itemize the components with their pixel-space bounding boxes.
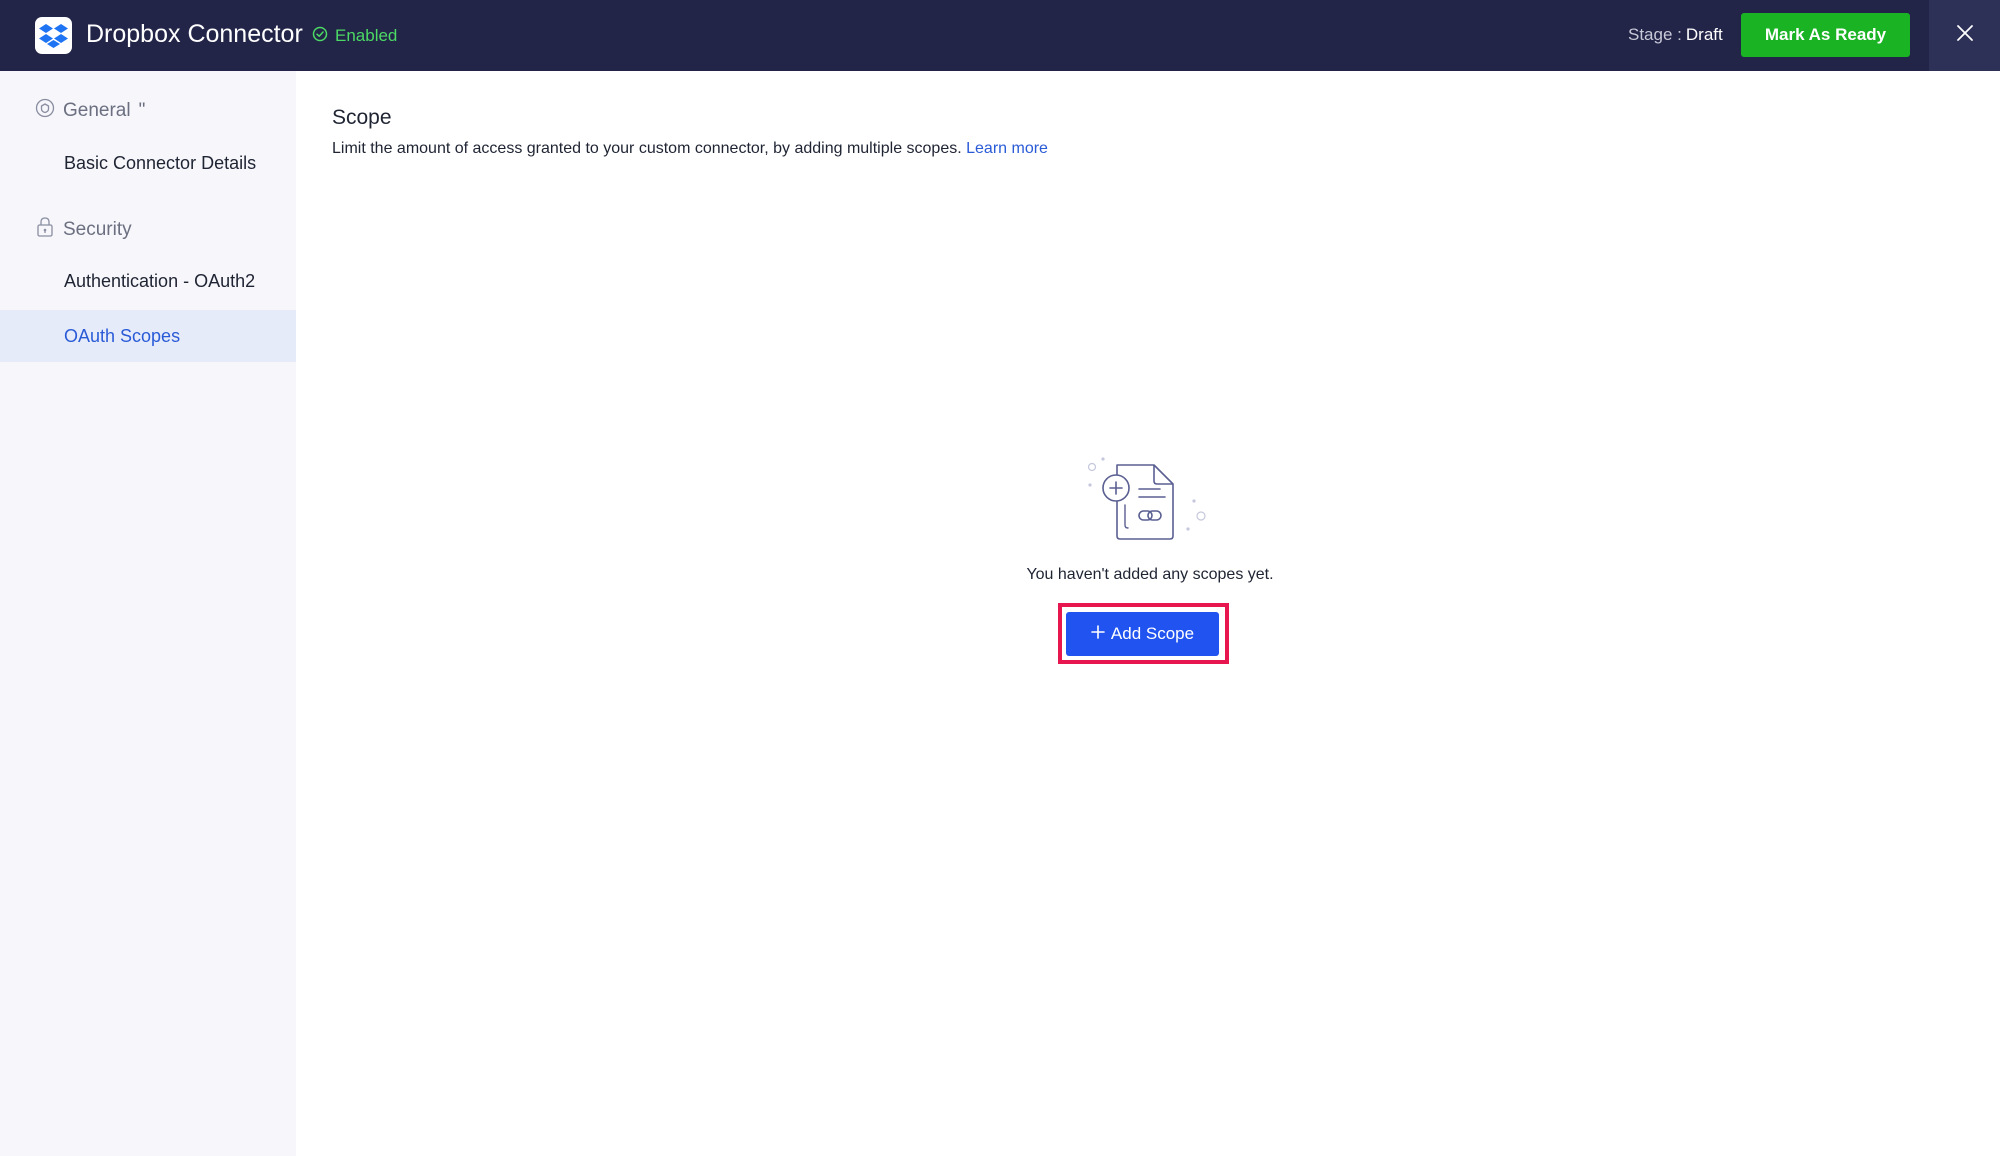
stage-value: Draft xyxy=(1685,25,1723,44)
status-badge: Enabled xyxy=(312,25,397,47)
sidebar-item-oauth-scopes[interactable]: OAuth Scopes xyxy=(0,310,296,362)
dropbox-logo-icon xyxy=(35,17,72,54)
plus-icon xyxy=(1091,624,1105,644)
stage-label: Stage : xyxy=(1628,25,1682,44)
add-scope-label: Add Scope xyxy=(1110,624,1195,643)
sidebar-group-label: General xyxy=(63,100,131,121)
general-icon xyxy=(35,98,55,124)
empty-state-message: You haven't added any scopes yet. xyxy=(1026,566,1274,583)
mark-as-ready-button[interactable]: Mark As Ready xyxy=(1741,13,1910,57)
close-icon xyxy=(1956,24,1974,47)
status-label: Enabled xyxy=(335,26,398,45)
check-circle-icon xyxy=(312,26,328,47)
sidebar-group-security: Security xyxy=(35,216,132,244)
sidebar: General " Basic Connector Details Securi… xyxy=(0,71,296,1156)
close-button[interactable] xyxy=(1929,0,2000,71)
sidebar-group-label: Security xyxy=(63,219,132,240)
page-description: Limit the amount of access granted to yo… xyxy=(332,140,1048,158)
sidebar-item-basic-connector-details[interactable]: Basic Connector Details xyxy=(0,137,296,189)
add-scope-button[interactable]: Add Scope xyxy=(1066,612,1219,656)
lock-icon xyxy=(35,216,55,244)
stage-indicator: Stage : Draft xyxy=(1628,25,1723,45)
top-header: Dropbox Connector Enabled Stage : Draft M… xyxy=(0,0,2000,71)
sidebar-group-general: General " xyxy=(35,98,145,124)
document-link-add-icon xyxy=(1082,455,1210,543)
app-title: Dropbox Connector xyxy=(86,20,303,48)
description-text: Limit the amount of access granted to yo… xyxy=(332,140,962,157)
page-title: Scope xyxy=(332,106,392,129)
sidebar-item-authentication-oauth2[interactable]: Authentication - OAuth2 xyxy=(0,255,296,307)
learn-more-link[interactable]: Learn more xyxy=(966,140,1048,157)
